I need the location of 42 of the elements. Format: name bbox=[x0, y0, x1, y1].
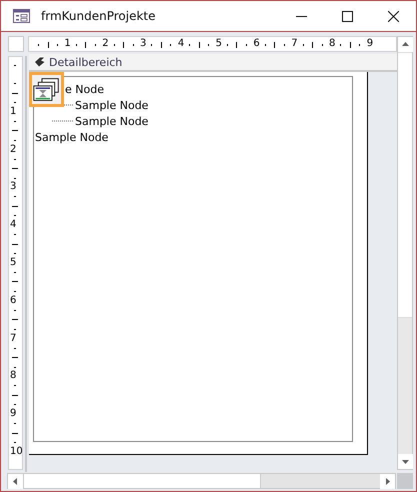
ruler-number: 1 bbox=[10, 106, 16, 118]
section-label: Detailbereich bbox=[49, 56, 122, 68]
maximize-icon bbox=[342, 10, 352, 22]
scroll-down-icon[interactable] bbox=[398, 454, 413, 469]
ruler-number: 5 bbox=[216, 38, 222, 50]
scroll-thumb[interactable] bbox=[398, 52, 412, 318]
ruler-number: 6 bbox=[253, 38, 260, 50]
window-title: frmKundenProjekte bbox=[41, 9, 156, 23]
ruler-number: 5 bbox=[10, 256, 16, 269]
ruler-number: 1 bbox=[64, 38, 71, 50]
section-header[interactable]: Detailbereich bbox=[29, 54, 397, 72]
section-icon bbox=[34, 57, 45, 67]
ruler-number: 3 bbox=[10, 181, 16, 194]
ruler-number: 7 bbox=[291, 38, 298, 50]
close-icon bbox=[388, 10, 398, 22]
scroll-thumb[interactable] bbox=[23, 474, 261, 488]
ruler-number: 3 bbox=[140, 38, 146, 50]
ruler-number: 2 bbox=[102, 38, 109, 50]
scrollbar-corner bbox=[397, 473, 413, 489]
form-icon bbox=[13, 9, 30, 23]
ruler-number: 7 bbox=[10, 332, 16, 345]
scroll-left-icon[interactable] bbox=[8, 474, 23, 489]
ruler-number: 9 bbox=[10, 408, 16, 420]
tree-node[interactable]: Sample Node bbox=[75, 98, 148, 112]
horizontal-scrollbar[interactable] bbox=[7, 473, 396, 489]
treeview-control-icon bbox=[32, 76, 61, 102]
tree-connector bbox=[52, 120, 74, 122]
tree-node[interactable]: Sample Node bbox=[75, 114, 148, 128]
ruler-number: 8 bbox=[329, 38, 336, 50]
scroll-up-icon[interactable] bbox=[398, 37, 413, 52]
scroll-right-icon[interactable] bbox=[380, 474, 396, 489]
ruler-number: 4 bbox=[10, 219, 16, 232]
ruler-number: 9 bbox=[366, 38, 374, 50]
ruler-number: 8 bbox=[10, 370, 16, 382]
tree-node[interactable]: Sample Node bbox=[35, 130, 108, 144]
tree-node[interactable]: e Node bbox=[65, 82, 104, 96]
ruler-number: 2 bbox=[10, 144, 16, 156]
ruler-number: 10 bbox=[10, 446, 22, 458]
ruler-number: 4 bbox=[178, 38, 184, 50]
vertical-scrollbar[interactable] bbox=[397, 36, 413, 470]
ruler-number: 6 bbox=[10, 294, 16, 307]
control-selection[interactable] bbox=[29, 72, 64, 107]
